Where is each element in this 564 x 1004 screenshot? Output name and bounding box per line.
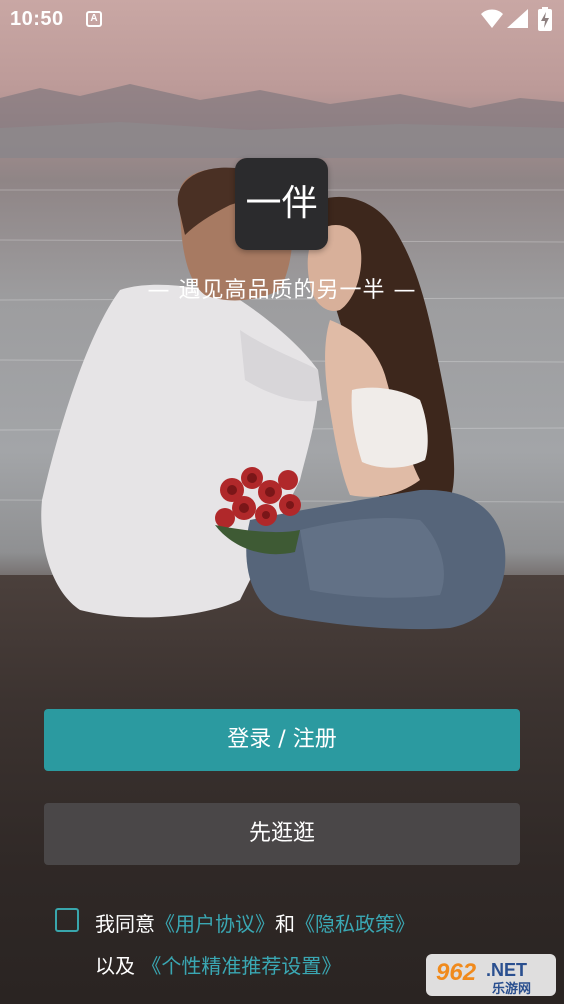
agreement-prefix: 我同意 xyxy=(95,912,155,936)
agreement-line-2: 以及 《个性精准推荐设置》 xyxy=(95,950,341,979)
status-bar: 10:50 A xyxy=(0,0,564,40)
agreement-checkbox[interactable] xyxy=(55,908,79,932)
watermark-logo: 962 .NET 乐游网 xyxy=(426,954,556,997)
agreement-also: 以及 xyxy=(95,954,135,978)
slogan: — 遇见高品质的另一半 — xyxy=(147,278,417,303)
agreement-and: 和 xyxy=(275,912,295,936)
app-logo-text: 一伴 xyxy=(245,183,318,224)
user-agreement-link[interactable]: 《用户协议》 xyxy=(155,912,275,936)
signal-icon xyxy=(507,9,528,28)
agreement-line-1: 我同意《用户协议》和《隐私政策》 xyxy=(95,908,415,937)
wifi-icon xyxy=(481,9,503,28)
browse-first-button[interactable]: 先逛逛 xyxy=(44,803,520,865)
login-register-button[interactable]: 登录 / 注册 xyxy=(44,709,520,771)
watermark-domain: .NET xyxy=(486,960,527,980)
status-time: 10:50 xyxy=(10,8,64,30)
battery-charging-icon xyxy=(538,7,552,31)
privacy-policy-link[interactable]: 《隐私政策》 xyxy=(295,912,415,936)
login-screen: 10:50 A 一伴 — 遇见高品质的另一半 — 登录 / 注册 先逛逛 我同意… xyxy=(0,0,564,1004)
personalized-settings-link[interactable]: 《个性精准推荐设置》 xyxy=(141,954,341,978)
watermark-number: 962 xyxy=(436,959,477,986)
watermark-site-name: 乐游网 xyxy=(492,981,531,997)
app-logo: 一伴 xyxy=(235,158,328,250)
notification-icon: A xyxy=(86,11,102,27)
